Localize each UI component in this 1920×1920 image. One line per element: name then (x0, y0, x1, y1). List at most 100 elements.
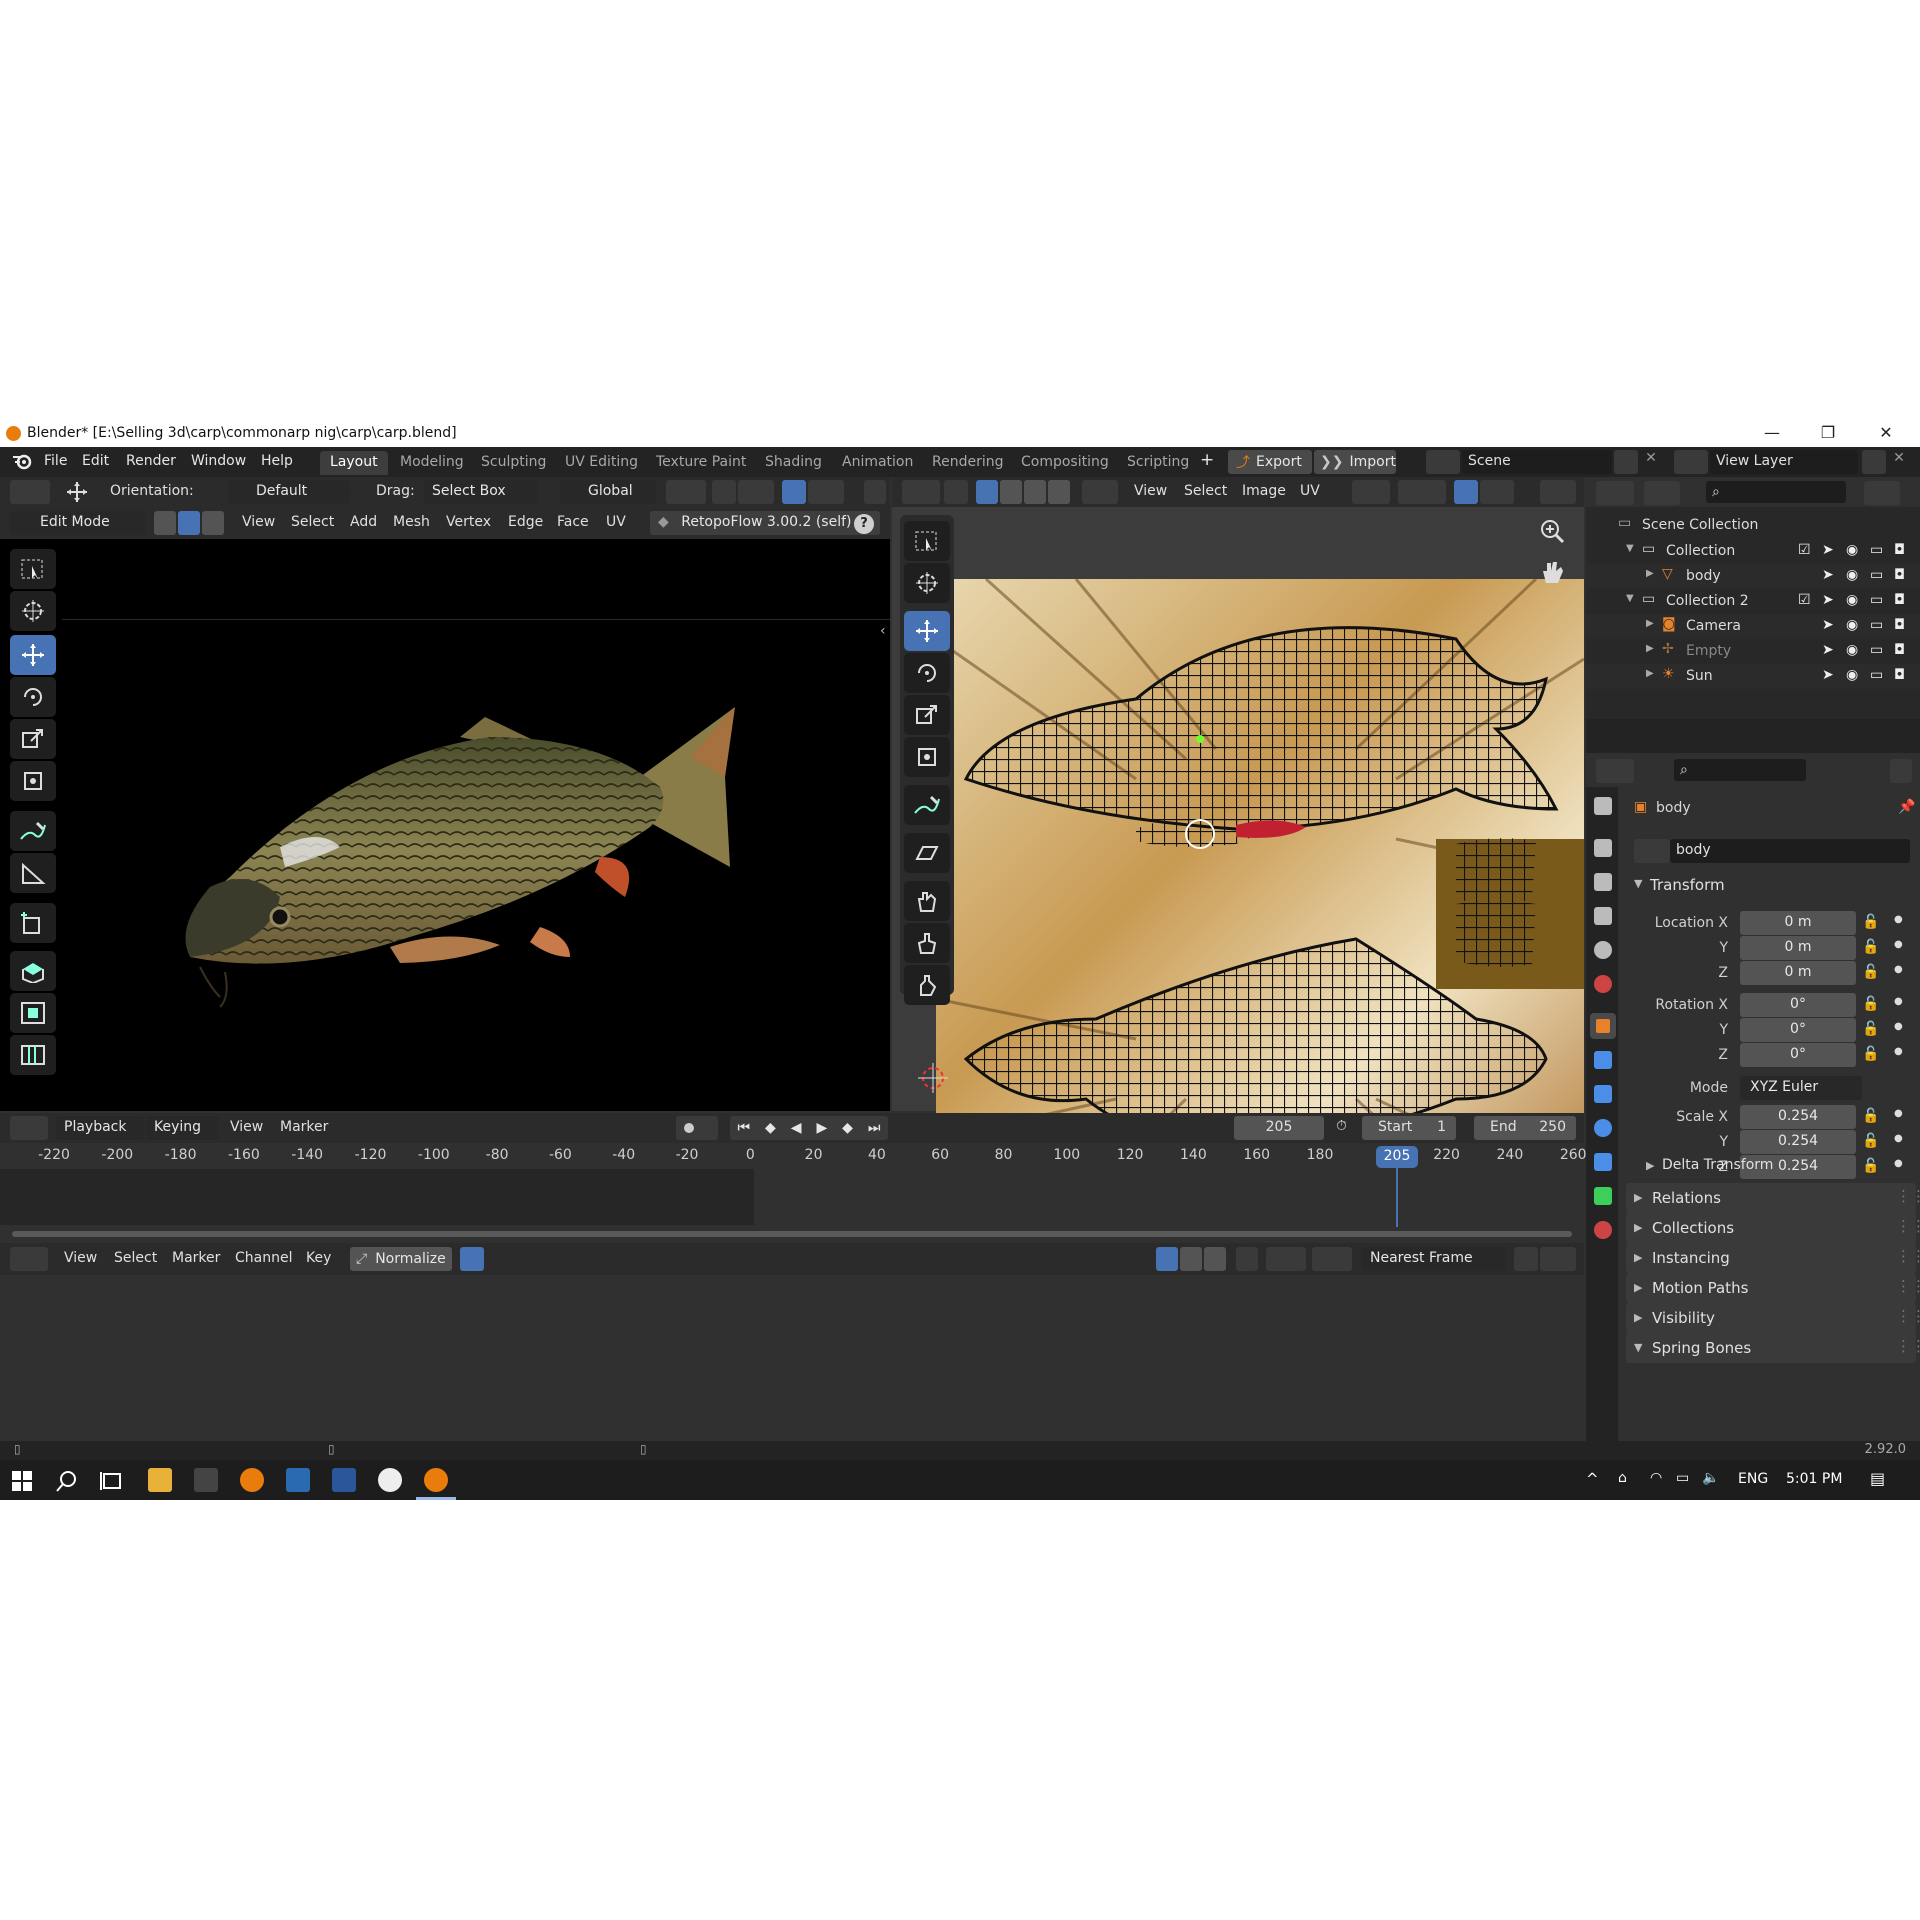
chevron-up-icon[interactable]: ^ (1586, 1470, 1599, 1488)
show-hidden-icon[interactable] (1180, 1247, 1202, 1271)
properties-options-icon[interactable] (1890, 759, 1912, 783)
selectable-icon[interactable]: ➤ (1822, 542, 1834, 558)
data-tab-icon[interactable] (1594, 1187, 1612, 1205)
timeline-keying-menu[interactable]: Keying (146, 1116, 218, 1140)
uv-rotate-tool[interactable] (904, 653, 950, 693)
lock-icon[interactable]: 🔓 (1862, 1021, 1879, 1037)
transform-space-dropdown[interactable]: Global (560, 480, 656, 504)
app-icon[interactable] (194, 1468, 218, 1492)
start-frame-field[interactable]: Start 1 (1362, 1116, 1456, 1140)
tab-modeling[interactable]: Modeling (390, 451, 474, 475)
tab-shading[interactable]: Shading (755, 451, 832, 475)
render-tab-icon[interactable] (1594, 839, 1612, 857)
lock-icon[interactable]: 🔓 (1862, 1133, 1879, 1149)
drag-dropdown[interactable]: Select Box (424, 480, 538, 504)
uv-pan-hand-icon[interactable] (1538, 559, 1566, 587)
timeline-menu-marker[interactable]: Marker (280, 1119, 328, 1135)
tab-scripting[interactable]: Scripting (1117, 451, 1199, 475)
drag-handle-icon[interactable]: ⋮⋮ (1896, 1247, 1920, 1265)
delete-view-layer-icon[interactable]: ✕ (1888, 450, 1910, 474)
expand-arrow-icon[interactable]: ▶ (1646, 668, 1654, 679)
tab-layout[interactable]: Layout (320, 451, 388, 475)
move-tool[interactable] (10, 635, 56, 675)
viewport-menu-select[interactable]: Select (291, 514, 334, 530)
viewport-disable-icon[interactable]: ▭ (1870, 617, 1883, 633)
uv-pivot-icon[interactable] (1352, 480, 1390, 504)
end-frame-field[interactable]: End 250 (1474, 1116, 1576, 1140)
collections-panel-header[interactable]: ▶ Collections ⋮⋮ (1626, 1213, 1920, 1243)
visibility-eye-icon[interactable]: ◉ (1846, 567, 1858, 583)
viewport-disable-icon[interactable]: ▭ (1870, 667, 1883, 683)
uv-menu-image[interactable]: Image (1242, 483, 1286, 499)
task-view-icon[interactable] (100, 1470, 124, 1492)
uv-relax-tool[interactable] (904, 923, 950, 963)
lock-icon[interactable]: 🔓 (1862, 1046, 1879, 1062)
uv-editor[interactable]: View Select Image UV (892, 477, 1584, 1227)
new-scene-icon[interactable] (1614, 450, 1638, 474)
viewport-disable-icon[interactable]: ▭ (1870, 592, 1883, 608)
graph-falloff-icon[interactable] (1540, 1247, 1576, 1271)
blender-taskbar-icon[interactable] (240, 1468, 264, 1492)
options-icon[interactable] (864, 480, 886, 504)
motion-paths-panel-header[interactable]: ▶ Motion Paths ⋮⋮ (1626, 1273, 1920, 1303)
visibility-eye-icon[interactable]: ◉ (1846, 617, 1858, 633)
import-button[interactable]: ❯❯ Import (1314, 450, 1396, 474)
retopoflow-dropdown[interactable]: ◆ RetopoFlow 3.00.2 (self) (650, 511, 880, 535)
timeline-editor-type-icon[interactable] (10, 1116, 48, 1140)
uv-falloff-icon[interactable] (1480, 480, 1514, 504)
edge-select-icon[interactable] (178, 511, 200, 535)
timeline-menu-view[interactable]: View (230, 1119, 263, 1135)
auto-normalize-icon[interactable] (460, 1247, 484, 1271)
word-icon[interactable] (332, 1468, 356, 1492)
timeline[interactable]: Playback Keying View Marker ⏮ ◆ ◀ ▶ ◆ ⏭ … (0, 1113, 1587, 1241)
uv-face-mode-icon[interactable] (1024, 480, 1046, 504)
wifi-icon[interactable]: ◠ (1650, 1470, 1662, 1486)
properties-search-input[interactable]: ⌕ (1674, 759, 1806, 781)
visibility-panel-header[interactable]: ▶ Visibility ⋮⋮ (1626, 1303, 1920, 1333)
pin-icon[interactable]: 📌 (1898, 799, 1915, 815)
timeline-scrollbar[interactable] (12, 1231, 1572, 1237)
rotate-tool[interactable] (10, 677, 56, 717)
photos-icon[interactable] (286, 1468, 310, 1492)
play-reverse-icon[interactable]: ◀ (791, 1120, 802, 1136)
drag-handle-icon[interactable]: ⋮⋮ (1896, 1217, 1920, 1235)
graph-menu-key[interactable]: Key (306, 1250, 331, 1266)
visibility-eye-icon[interactable]: ◉ (1846, 592, 1858, 608)
outliner-filter-icon[interactable] (1864, 481, 1900, 505)
uv-island-mode-icon[interactable] (1048, 480, 1070, 504)
outliner-row-collection[interactable]: ▼ ▭ Collection ☑ ➤ ◉ ▭ ◘ (1586, 539, 1920, 564)
viewport-menu-face[interactable]: Face (557, 514, 589, 530)
uv-rip-tool[interactable] (904, 833, 950, 873)
uv-annotate-tool[interactable] (904, 785, 950, 825)
location-z-field[interactable]: 0 m (1740, 961, 1856, 985)
menu-render[interactable]: Render (126, 453, 176, 469)
transform-panel-header[interactable]: ▼ Transform (1634, 871, 1920, 901)
menu-help[interactable]: Help (261, 453, 293, 469)
editor-type-icon[interactable] (10, 480, 50, 504)
graph-pivot-icon[interactable] (1312, 1247, 1352, 1271)
spring-bones-panel-header[interactable]: ▼ Spring Bones ⋮⋮ (1626, 1333, 1920, 1363)
uv-transform-tool[interactable] (904, 737, 950, 777)
rotation-y-field[interactable]: 0° (1740, 1018, 1856, 1042)
uv-select-tool[interactable] (904, 521, 950, 561)
tab-animation[interactable]: Animation (832, 451, 923, 475)
viewport-menu-add[interactable]: Add (350, 514, 377, 530)
only-errors-icon[interactable] (1204, 1247, 1226, 1271)
play-icon[interactable]: ▶ (816, 1120, 827, 1136)
maximize-button[interactable]: ❐ (1808, 423, 1848, 445)
prev-keyframe-icon[interactable]: ◆ (765, 1120, 776, 1136)
selectable-icon[interactable]: ➤ (1822, 642, 1834, 658)
move-tool-icon[interactable] (62, 480, 92, 504)
graph-filter-icon[interactable] (1266, 1247, 1306, 1271)
graph-proportional-icon[interactable] (1514, 1247, 1538, 1271)
expand-arrow-icon[interactable]: ▶ (1646, 643, 1654, 654)
loop-cut-tool[interactable] (10, 1035, 56, 1075)
export-button[interactable]: ⤴ Export (1228, 450, 1312, 474)
lock-icon[interactable]: 🔓 (1862, 1108, 1879, 1124)
delta-transform-panel-header[interactable]: ▶ Delta Transform (1646, 1151, 1920, 1181)
instancing-panel-header[interactable]: ▶ Instancing ⋮⋮ (1626, 1243, 1920, 1273)
outliner-row-scene-collection[interactable]: ▭ Scene Collection (1586, 513, 1920, 538)
view-layer-selector-icon[interactable] (1674, 450, 1708, 474)
keyframe-dot-icon[interactable]: ● (1894, 996, 1903, 1007)
render-camera-icon[interactable]: ◘ (1894, 542, 1905, 558)
